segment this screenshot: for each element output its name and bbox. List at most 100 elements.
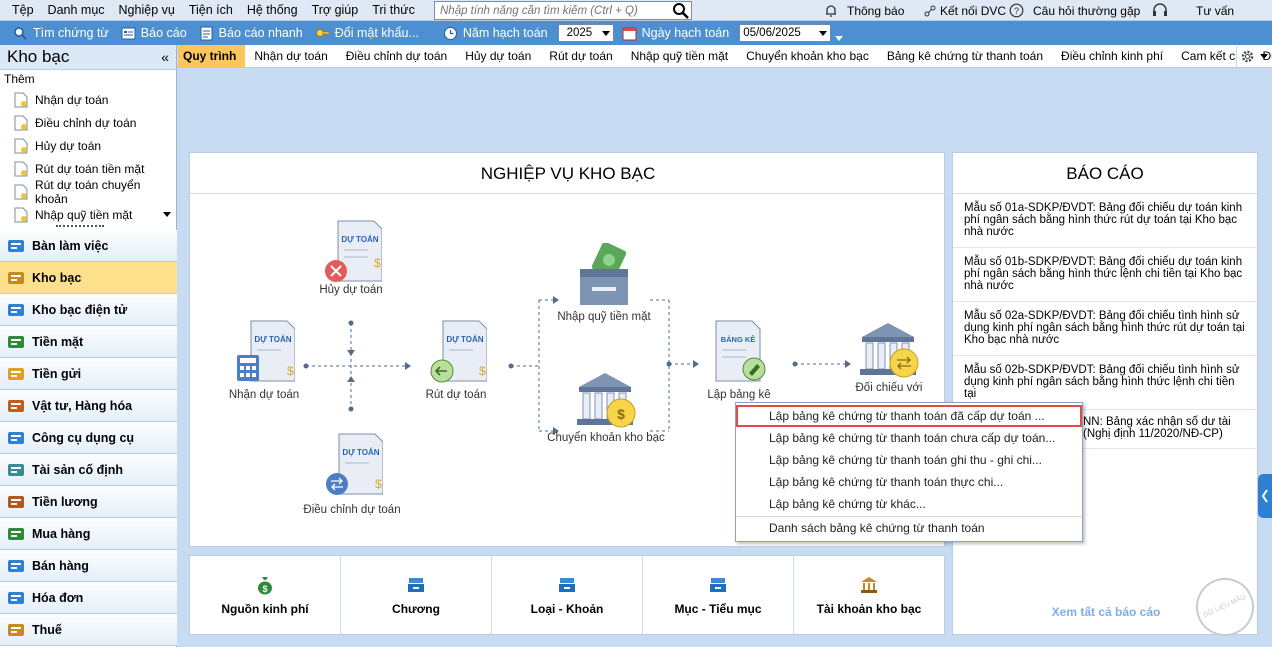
- node-adjust-estimate[interactable]: DỰ TOÁN $ Điều chỉnh dự toán: [302, 432, 402, 516]
- node-receive-estimate[interactable]: DỰ TOÁN $ Nhận dự toán: [216, 319, 312, 401]
- type-item-button[interactable]: Loại - Khoản: [492, 556, 643, 634]
- search-icon[interactable]: [672, 2, 690, 19]
- sidebar-action-item[interactable]: Hủy dự toán: [0, 134, 176, 157]
- menu-operations[interactable]: Nghiệp vụ: [112, 0, 182, 21]
- menu-file[interactable]: Tệp: [0, 0, 41, 21]
- tab-scroll-icon[interactable]: [1260, 54, 1268, 59]
- menu-help[interactable]: Trợ giúp: [305, 0, 366, 21]
- splitter-handle[interactable]: [56, 225, 104, 228]
- menu-item-statement-record-revenue-expense[interactable]: Lập bảng kê chứng từ thanh toán ghi thu …: [736, 449, 1082, 471]
- collapse-sidebar-icon[interactable]: «: [161, 49, 169, 65]
- menu-utilities[interactable]: Tiện ích: [182, 0, 240, 21]
- tray-icon: [408, 577, 424, 592]
- treasury-account-button[interactable]: Tài khoản kho bạc: [794, 556, 944, 634]
- module-label: Thuế: [32, 622, 62, 637]
- module-10[interactable]: Mua hàng: [0, 518, 177, 550]
- module-7[interactable]: Công cụ dụng cụ: [0, 422, 177, 454]
- document-calculator-icon: DỰ TOÁN $: [237, 320, 296, 382]
- menu-item-statement-list[interactable]: Danh sách bảng kê chứng từ thanh toán: [736, 517, 1082, 539]
- document-icon: [14, 161, 28, 176]
- tab-9[interactable]: Điều chỉnh kinh phí: [1052, 45, 1172, 67]
- change-password-button[interactable]: Đổi mật khẩu...: [309, 21, 425, 45]
- menu-item-statement-allocated[interactable]: Lập bảng kê chứng từ thanh toán đã cấp d…: [736, 405, 1082, 427]
- module-6[interactable]: Vật tư, Hàng hóa: [0, 390, 177, 422]
- bell-icon: [826, 4, 836, 17]
- toolbar: Tìm chứng từ Báo cáo Báo cáo nhanh Đổi m…: [0, 21, 1272, 45]
- post-date-picker[interactable]: 05/06/2025: [739, 24, 832, 42]
- tab-1[interactable]: Quy trình: [178, 45, 246, 67]
- svg-text:DỰ TOÁN: DỰ TOÁN: [254, 335, 291, 344]
- report-item[interactable]: Mẫu số 01b-SDKP/ĐVDT: Bảng đối chiếu dự …: [953, 248, 1257, 302]
- module-12[interactable]: Hóa đơn: [0, 582, 177, 614]
- post-date-label: Ngày hạch toán: [620, 21, 736, 45]
- sidebar-action-label: Hủy dự toán: [35, 138, 102, 153]
- menu-system[interactable]: Hệ thống: [240, 0, 305, 21]
- consult-link[interactable]: Tư vấn: [1196, 0, 1234, 21]
- menu-item-statement-unallocated[interactable]: Lập bảng kê chứng từ thanh toán chưa cấp…: [736, 427, 1082, 449]
- svg-text:BẢNG KÊ: BẢNG KÊ: [721, 335, 756, 344]
- tab-3[interactable]: Điều chỉnh dự toán: [337, 45, 456, 67]
- flow-arrow: [405, 362, 411, 370]
- node-reconcile[interactable]: Đối chiếu với: [848, 319, 930, 394]
- module-4[interactable]: Tiền mặt: [0, 326, 177, 358]
- menu-knowledge[interactable]: Tri thức: [365, 0, 422, 21]
- node-statement[interactable]: BẢNG KÊ Lập bảng kê: [704, 319, 774, 401]
- menu-item-statement-actual-expense[interactable]: Lập bảng kê chứng từ thanh toán thực chi…: [736, 471, 1082, 493]
- headset-icon[interactable]: [1152, 0, 1168, 21]
- module-13[interactable]: Thuế: [0, 614, 177, 646]
- module-1[interactable]: Bàn làm việc: [0, 230, 177, 262]
- gear-icon[interactable]: [1236, 46, 1258, 67]
- tab-7[interactable]: Chuyển khoản kho bạc: [737, 45, 878, 67]
- e-treasury-icon: [8, 303, 24, 316]
- sidebar-action-item[interactable]: Rút dự toán chuyển khoản: [0, 178, 176, 206]
- module-9[interactable]: Tiền lương: [0, 486, 177, 518]
- report-item[interactable]: Mẫu số 02a-SDKP/ĐVDT: Bảng đối chiếu tìn…: [953, 302, 1257, 356]
- fiscal-year-select[interactable]: 2025: [557, 24, 614, 42]
- report-button[interactable]: Báo cáo: [115, 21, 193, 45]
- node-cancel-estimate[interactable]: DỰ TOÁN $ Hủy dự toán: [308, 219, 394, 296]
- sidebar-title: Kho bạc: [7, 47, 70, 66]
- node-withdraw-estimate[interactable]: DỰ TOÁN $ Rút dự toán: [418, 319, 494, 401]
- module-3[interactable]: Kho bạc điện tử: [0, 294, 177, 326]
- feature-search-input[interactable]: [434, 1, 692, 20]
- chapter-button[interactable]: Chương: [341, 556, 492, 634]
- find-voucher-button[interactable]: Tìm chứng từ: [0, 21, 115, 45]
- menu-catalog[interactable]: Danh mục: [41, 0, 112, 21]
- clock-icon: [443, 26, 457, 40]
- sidebar-action-item[interactable]: Điều chỉnh dự toán: [0, 111, 176, 134]
- funding-source-button[interactable]: $ Nguồn kinh phí: [190, 556, 341, 634]
- svg-text:DỰ TOÁN: DỰ TOÁN: [446, 335, 483, 344]
- tab-4[interactable]: Hủy dự toán: [456, 45, 540, 67]
- scroll-down-icon[interactable]: [163, 212, 171, 217]
- module-11[interactable]: Bán hàng: [0, 550, 177, 582]
- sidebar-header: Kho bạc «: [0, 45, 176, 70]
- svg-text:DỰ TOÁN: DỰ TOÁN: [341, 235, 378, 244]
- toolbar-overflow-icon[interactable]: [835, 35, 844, 41]
- module-2[interactable]: Kho bạc: [0, 262, 177, 294]
- connect-dvc-link[interactable]: Kết nối DVC: [923, 0, 1006, 21]
- module-label: Công cụ dụng cụ: [32, 430, 135, 445]
- node-cash-in[interactable]: Nhập quỹ tiền mặt: [554, 241, 654, 323]
- cash-box-icon: [580, 241, 628, 305]
- tab-5[interactable]: Rút dự toán: [540, 45, 621, 67]
- svg-text:?: ?: [1014, 6, 1019, 16]
- deposit-icon: [8, 367, 24, 380]
- tab-2[interactable]: Nhận dự toán: [245, 45, 336, 67]
- notify-link[interactable]: Thông báo: [824, 0, 904, 21]
- faq-link[interactable]: ? Câu hỏi thường gặp: [1009, 0, 1140, 21]
- treasury-icon: [8, 271, 24, 284]
- payroll-icon: [8, 495, 24, 508]
- module-5[interactable]: Tiền gửi: [0, 358, 177, 390]
- side-panel-toggle[interactable]: [1258, 474, 1272, 518]
- sidebar-action-item[interactable]: Nhận dự toán: [0, 88, 176, 111]
- quick-report-button[interactable]: Báo cáo nhanh: [193, 21, 309, 45]
- menu-item-statement-other[interactable]: Lập bảng kê chứng từ khác...: [736, 493, 1082, 515]
- sidebar-action-item[interactable]: Nhập quỹ tiền mặt: [0, 203, 176, 226]
- node-treasury-transfer[interactable]: $ Chuyển khoản kho bạc: [546, 369, 666, 444]
- section-subsection-button[interactable]: Mục - Tiểu mục: [643, 556, 794, 634]
- tab-8[interactable]: Bảng kê chứng từ thanh toán: [878, 45, 1052, 67]
- report-item[interactable]: Mẫu số 01a-SDKP/ĐVDT: Bảng đối chiếu dự …: [953, 194, 1257, 248]
- tab-6[interactable]: Nhập quỹ tiền mặt: [622, 45, 737, 67]
- module-8[interactable]: Tài sản cố định: [0, 454, 177, 486]
- module-label: Kho bạc điện tử: [32, 302, 128, 317]
